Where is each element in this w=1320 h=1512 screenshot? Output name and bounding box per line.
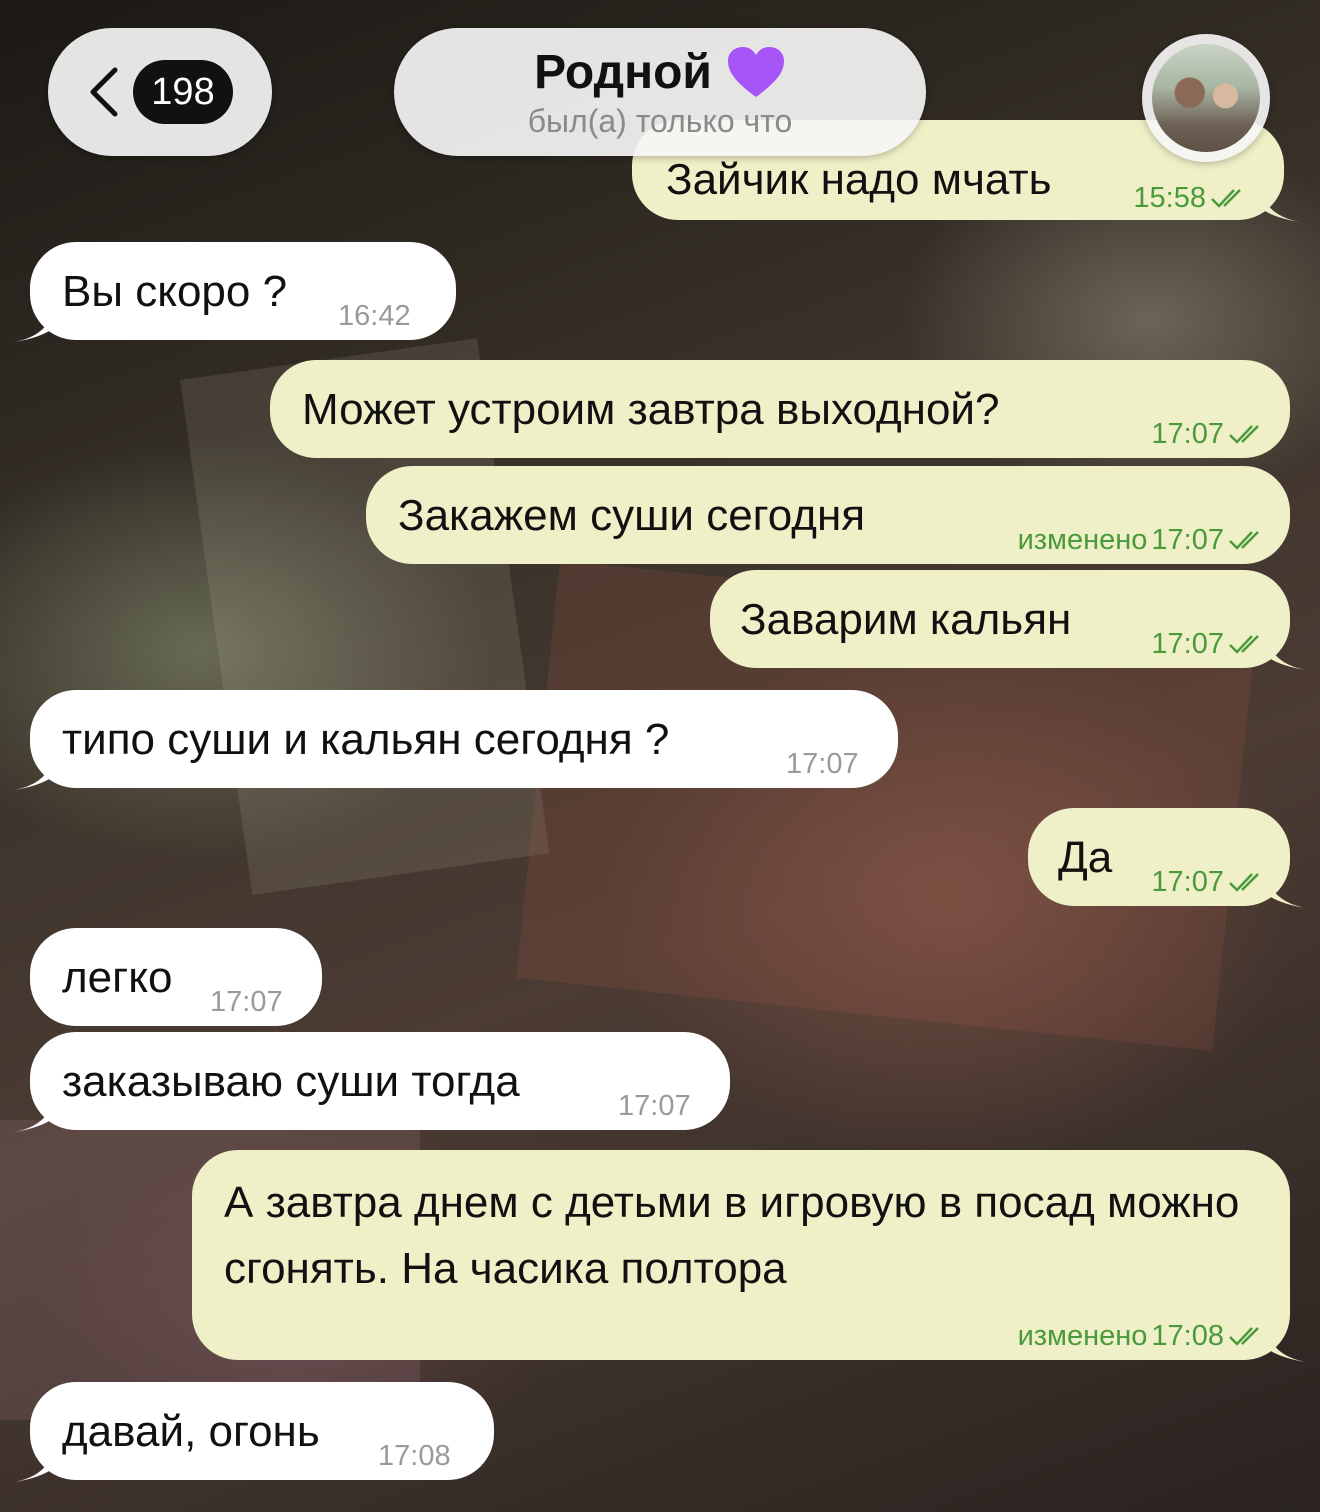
message-meta: 17:08 bbox=[378, 1430, 451, 1482]
message-text: типо суши и кальян сегодня ? bbox=[62, 715, 670, 764]
message-meta: 16:42 bbox=[338, 290, 411, 342]
double-check-icon bbox=[1229, 531, 1259, 550]
message-text: А завтра днем с детьми в игровую в посад… bbox=[224, 1178, 1240, 1293]
message-time: 17:08 bbox=[1151, 1320, 1224, 1352]
unread-count-badge: 198 bbox=[133, 60, 233, 124]
bubble-tail bbox=[14, 756, 54, 790]
message-bubble-incoming[interactable]: заказываю суши тогда 17:07 bbox=[14, 1032, 730, 1132]
message-meta: 17:07 bbox=[1151, 408, 1266, 460]
message-meta: 17:07 bbox=[1151, 618, 1266, 670]
message-bubble-outgoing[interactable]: Да 17:07 bbox=[1028, 808, 1306, 908]
message-text: давай, огонь bbox=[62, 1407, 320, 1456]
message-text: Может устроим завтра выходной? bbox=[302, 385, 1000, 434]
message-time: 17:07 bbox=[786, 748, 859, 780]
message-bubble-incoming[interactable]: типо суши и кальян сегодня ? 17:07 bbox=[14, 690, 898, 790]
message-text: Закажем суши сегодня bbox=[398, 491, 866, 540]
bubble-tail bbox=[1266, 1328, 1306, 1362]
message-time: 17:07 bbox=[618, 1090, 691, 1122]
double-check-icon bbox=[1229, 425, 1259, 444]
message-time: 15:58 bbox=[1133, 182, 1206, 214]
message-bubble-incoming[interactable]: легко 17:07 bbox=[30, 928, 322, 1026]
message-bubble-outgoing[interactable]: Может устроим завтра выходной? 17:07 bbox=[270, 360, 1290, 458]
message-time: 17:07 bbox=[1151, 524, 1224, 556]
bubble-tail bbox=[1266, 636, 1306, 670]
bubble-tail bbox=[14, 1098, 54, 1132]
edited-label: изменено bbox=[1017, 524, 1148, 556]
avatar-photo bbox=[1152, 44, 1260, 152]
message-bubble-outgoing[interactable]: Закажем суши сегодня изменено 17:07 bbox=[366, 466, 1290, 564]
message-text: Да bbox=[1058, 833, 1113, 882]
back-button[interactable]: 198 bbox=[48, 28, 272, 156]
message-bubble-incoming[interactable]: Вы скоро ? 16:42 bbox=[14, 242, 456, 342]
bubble-tail bbox=[14, 1448, 54, 1482]
message-text: заказываю суши тогда bbox=[62, 1057, 520, 1106]
message-bubble-outgoing[interactable]: Заварим кальян 17:07 bbox=[710, 570, 1306, 670]
message-time: 17:07 bbox=[1151, 418, 1224, 450]
message-meta: 17:07 bbox=[210, 976, 283, 1028]
message-bubble-incoming[interactable]: давай, огонь 17:08 bbox=[14, 1382, 494, 1482]
double-check-icon bbox=[1211, 189, 1241, 208]
double-check-icon bbox=[1229, 1327, 1259, 1346]
message-text: Заварим кальян bbox=[740, 595, 1072, 644]
message-text: Вы скоро ? bbox=[62, 267, 288, 316]
contact-name: Родной bbox=[534, 46, 712, 99]
message-time: 16:42 bbox=[338, 300, 411, 332]
message-meta: изменено 17:07 bbox=[1018, 514, 1266, 566]
message-meta: 17:07 bbox=[618, 1080, 691, 1132]
message-bubble-outgoing[interactable]: А завтра днем с детьми в игровую в посад… bbox=[192, 1150, 1306, 1362]
bubble-tail bbox=[1260, 188, 1300, 222]
purple-heart-icon bbox=[727, 46, 784, 97]
chevron-left-icon bbox=[90, 67, 118, 117]
contact-status: был(а) только что bbox=[527, 102, 793, 139]
message-time: 17:08 bbox=[378, 1440, 451, 1472]
bubble-tail bbox=[1266, 874, 1306, 908]
message-meta: 17:07 bbox=[786, 738, 859, 790]
contact-avatar[interactable] bbox=[1142, 34, 1270, 162]
double-check-icon bbox=[1229, 635, 1259, 654]
bubble-tail bbox=[14, 308, 54, 342]
message-text: Зайчик надо мчать bbox=[666, 155, 1052, 204]
message-meta: изменено 17:08 bbox=[1018, 1310, 1266, 1362]
message-time: 17:07 bbox=[1151, 866, 1224, 898]
double-check-icon bbox=[1229, 873, 1259, 892]
message-time: 17:07 bbox=[1151, 628, 1224, 660]
chat-title-button[interactable]: Родной был(а) только что bbox=[394, 28, 926, 156]
edited-label: изменено bbox=[1017, 1320, 1148, 1352]
message-meta: 15:58 bbox=[1133, 172, 1248, 224]
message-text: легко bbox=[62, 953, 173, 1002]
message-time: 17:07 bbox=[210, 986, 283, 1018]
message-meta: 17:07 bbox=[1151, 856, 1266, 908]
